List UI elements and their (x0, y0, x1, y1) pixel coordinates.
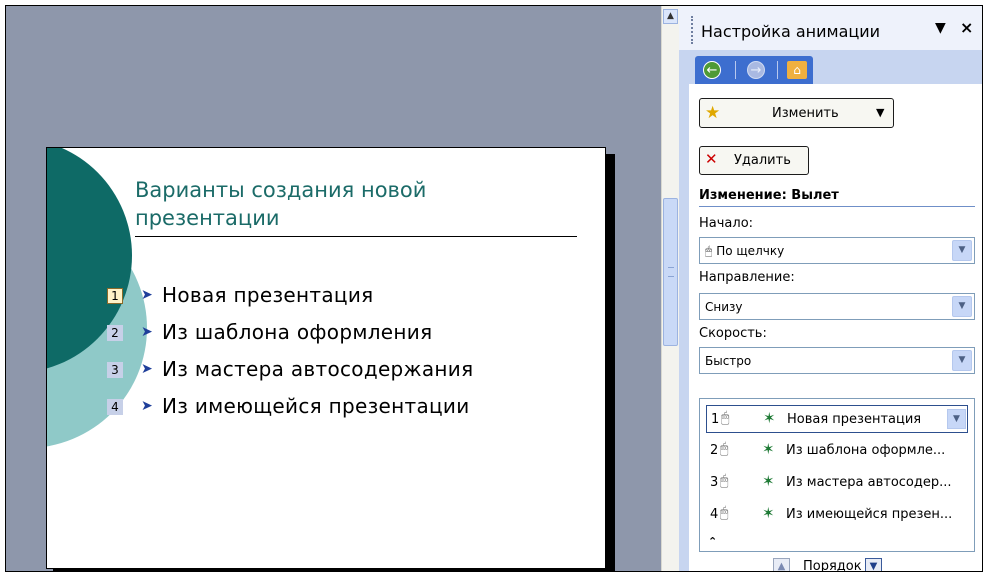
speed-value: Быстро (705, 354, 752, 368)
pane-menu-icon[interactable]: ▼ (935, 20, 946, 36)
thumb-grip (668, 267, 674, 277)
nav-divider (777, 61, 778, 79)
change-effect-button[interactable]: ★ Изменить ▼ (699, 98, 894, 128)
animation-list-item[interactable]: 3 🖱 ✶ Из мастера автосодер... (706, 469, 968, 497)
bullet-text: Из шаблона оформления (162, 320, 433, 344)
direction-label: Направление: (699, 270, 795, 285)
animation-order-tag: 4 (107, 399, 123, 415)
dropdown-arrow-icon[interactable]: ▼ (947, 409, 966, 429)
order-up-icon[interactable]: ▲ (773, 558, 790, 571)
item-number: 1 (711, 412, 720, 427)
dropdown-arrow-icon: ▼ (876, 106, 885, 119)
change-label: Изменить (772, 106, 839, 121)
item-label: Из мастера автосодер... (786, 475, 952, 490)
pane-body: ★ Изменить ▼ ✕ Удалить Изменение: Вылет … (689, 84, 982, 571)
start-label: Начало: (699, 216, 754, 231)
dropdown-arrow-icon[interactable]: ▼ (952, 296, 972, 317)
speed-label: Скорость: (699, 326, 767, 341)
reorder-controls: ▲ Порядок ▼ (689, 558, 982, 572)
delete-effect-button[interactable]: ✕ Удалить (699, 146, 809, 175)
animation-list-item[interactable]: 2 🖱 ✶ Из шаблона оформле... (706, 437, 968, 465)
pane-drag-handle[interactable] (691, 16, 695, 44)
bullet-text: Новая презентация (162, 283, 374, 307)
bullet-arrow-icon: ➤ (141, 287, 153, 303)
pane-title: Настройка анимации (701, 22, 881, 41)
direction-value: Снизу (705, 300, 743, 314)
animation-order-tag: 1 (107, 288, 123, 304)
start-value: По щелчку (716, 244, 785, 258)
animation-order-tag: 2 (107, 325, 123, 341)
start-select[interactable]: 🖱 По щелчку ▼ (699, 237, 975, 264)
order-label: Порядок (803, 559, 862, 572)
star-change-icon: ★ (705, 103, 721, 123)
animation-star-icon: ✶ (762, 472, 775, 490)
bullet-text: Из мастера автосодержания (162, 357, 474, 381)
scroll-thumb[interactable] (663, 198, 678, 346)
mouse-icon: 🖱 (721, 410, 730, 426)
animation-star-icon: ✶ (762, 504, 775, 522)
order-down-icon[interactable]: ▼ (865, 558, 882, 571)
mouse-icon: 🖱 (720, 505, 729, 521)
delete-label: Удалить (734, 153, 791, 168)
item-number: 2 (710, 443, 719, 458)
slide-workspace: Варианты создания новой презентации 1 ➤ … (6, 6, 661, 571)
bullet-arrow-icon: ➤ (141, 361, 153, 377)
custom-animation-pane: Настройка анимации ▼ × ← → ⌂ ★ Изменить … (679, 6, 982, 571)
direction-select[interactable]: Снизу ▼ (699, 293, 975, 320)
dropdown-arrow-icon[interactable]: ▼ (952, 350, 972, 371)
expand-icon[interactable]: ⌃ (708, 535, 717, 548)
bullet-arrow-icon: ➤ (141, 324, 153, 340)
mouse-icon: 🖱 (720, 473, 729, 489)
animation-order-tag: 3 (107, 362, 123, 378)
slide[interactable]: Варианты создания новой презентации 1 ➤ … (46, 147, 606, 569)
back-icon[interactable]: ← (703, 61, 721, 79)
speed-select[interactable]: Быстро ▼ (699, 347, 975, 374)
dropdown-arrow-icon[interactable]: ▼ (952, 240, 972, 261)
title-underline (135, 236, 577, 237)
powerpoint-window: Варианты создания новой презентации 1 ➤ … (5, 5, 983, 572)
bullet-text: Из имеющейся презентации (162, 394, 470, 418)
animation-list-item[interactable]: 1 🖱 ✶ Новая презентация ▼ (706, 405, 968, 433)
item-number: 3 (710, 475, 719, 490)
pane-nav-bar: ← → ⌂ (695, 56, 813, 84)
home-icon[interactable]: ⌂ (787, 61, 807, 79)
effect-section-title: Изменение: Вылет (699, 188, 839, 203)
mouse-icon: 🖱 (705, 244, 713, 258)
delete-icon: ✕ (705, 150, 718, 168)
animation-list-item[interactable]: 4 🖱 ✶ Из имеющейся презен... (706, 501, 968, 529)
item-label: Из имеющейся презен... (786, 507, 953, 522)
pane-header: Настройка анимации ▼ × (679, 6, 982, 50)
item-label: Из шаблона оформле... (786, 443, 946, 458)
nav-divider (735, 61, 736, 79)
animation-star-icon: ✶ (762, 440, 775, 458)
vertical-scrollbar[interactable]: ▲ (661, 6, 679, 571)
item-number: 4 (710, 507, 719, 522)
forward-icon[interactable]: → (747, 61, 765, 79)
scroll-up-icon[interactable]: ▲ (663, 9, 678, 24)
animation-list[interactable]: 1 🖱 ✶ Новая презентация ▼ 2 🖱 ✶ Из шабло… (699, 398, 975, 552)
section-divider (699, 206, 975, 207)
mouse-icon: 🖱 (720, 441, 729, 457)
close-icon[interactable]: × (960, 18, 973, 37)
animation-star-icon: ✶ (763, 409, 776, 427)
bullet-arrow-icon: ➤ (141, 398, 153, 414)
item-label: Новая презентация (787, 412, 922, 427)
slide-title[interactable]: Варианты создания новой презентации (135, 176, 555, 232)
